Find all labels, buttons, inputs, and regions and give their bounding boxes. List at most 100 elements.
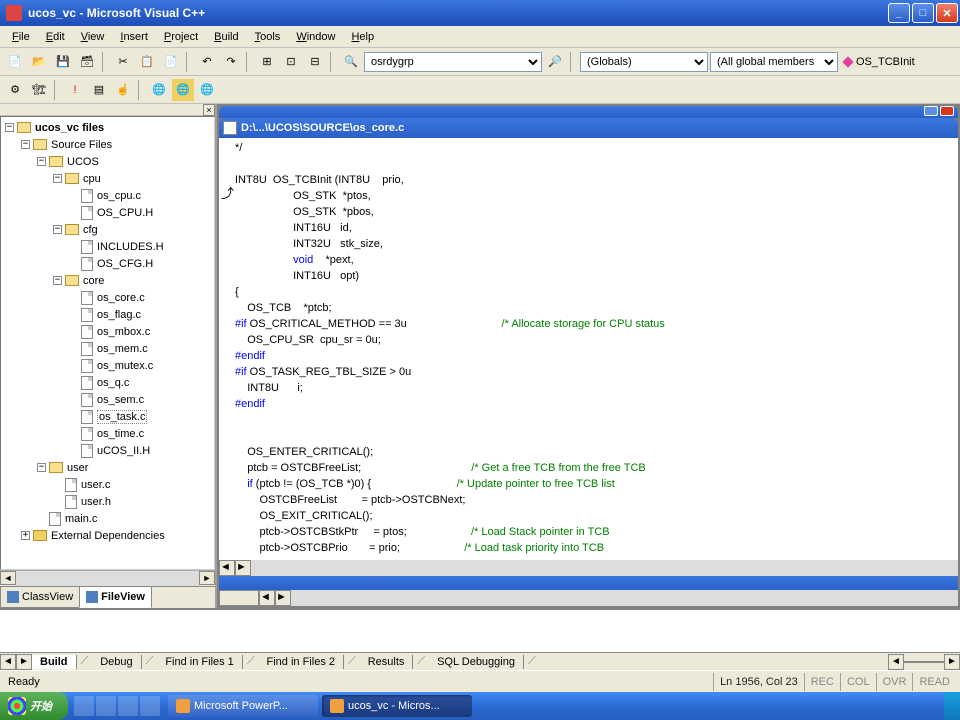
function-indicator[interactable]: OS_TCBInit — [840, 56, 919, 68]
stop-build-button[interactable]: ! — [64, 79, 86, 101]
save-all-button[interactable]: 🗃 — [76, 51, 98, 73]
quicklaunch-item[interactable] — [96, 696, 116, 716]
output-hscroll-left[interactable]: ◄ — [888, 654, 904, 670]
tree-root[interactable]: ucos_vc files — [35, 122, 104, 134]
workspace-button[interactable]: ⊞ — [256, 51, 278, 73]
find-button[interactable]: 🔍 — [340, 51, 362, 73]
tree-cpu[interactable]: cpu — [83, 173, 101, 185]
menu-edit[interactable]: Edit — [38, 29, 73, 45]
tree-file[interactable]: user.h — [81, 496, 111, 508]
execute-button[interactable]: ▤ — [88, 79, 110, 101]
menu-window[interactable]: Window — [288, 29, 343, 45]
tree-file[interactable]: os_mbox.c — [97, 326, 150, 338]
output-hscroll-track[interactable] — [904, 661, 944, 663]
menu-build[interactable]: Build — [206, 29, 246, 45]
window-list-button[interactable]: ⊟ — [304, 51, 326, 73]
workspace-panel: × −ucos_vc files −Source Files −UCOS −cp… — [0, 104, 217, 608]
windows-logo-icon — [8, 697, 26, 715]
tree-ext-deps[interactable]: External Dependencies — [51, 530, 165, 542]
file-tree[interactable]: −ucos_vc files −Source Files −UCOS −cpu … — [0, 116, 215, 570]
globe1-button[interactable]: 🌐 — [148, 79, 170, 101]
tree-file[interactable]: os_mem.c — [97, 343, 148, 355]
tree-file[interactable]: os_core.c — [97, 292, 145, 304]
open-button[interactable]: 📂 — [28, 51, 50, 73]
output-tabs: ◄ ► Build ⟋ Debug ⟋ Find in Files 1 ⟋ Fi… — [0, 652, 960, 670]
menu-file[interactable]: File — [4, 29, 38, 45]
tree-file[interactable]: main.c — [65, 513, 97, 525]
status-rec: REC — [804, 673, 840, 691]
mdi-min-icon[interactable] — [924, 106, 938, 116]
paste-button[interactable]: 📄 — [160, 51, 182, 73]
redo-button[interactable]: ↷ — [220, 51, 242, 73]
menu-insert[interactable]: Insert — [112, 29, 156, 45]
lower-hscroll[interactable]: ◄► — [219, 590, 958, 606]
tab-find2[interactable]: Find in Files 2 — [259, 655, 344, 669]
output-hscroll-right[interactable]: ► — [944, 654, 960, 670]
new-file-button[interactable]: 📄 — [4, 51, 26, 73]
tree-file[interactable]: os_cpu.c — [97, 190, 141, 202]
tree-file[interactable]: INCLUDES.H — [97, 241, 164, 253]
tree-file[interactable]: os_flag.c — [97, 309, 141, 321]
code-editor[interactable]: ⤴*/ INT8U OS_TCBInit (INT8U prio, OS_STK… — [219, 138, 958, 560]
tree-core[interactable]: core — [83, 275, 104, 287]
quicklaunch-item[interactable] — [140, 696, 160, 716]
taskbar-app-powerpoint[interactable]: Microsoft PowerP... — [168, 695, 318, 717]
tree-file[interactable]: user.c — [81, 479, 110, 491]
tab-debug[interactable]: Debug — [92, 655, 141, 669]
tree-file-selected[interactable]: os_task.c — [97, 410, 147, 424]
menu-tools[interactable]: Tools — [247, 29, 289, 45]
tree-file[interactable]: os_time.c — [97, 428, 144, 440]
menu-help[interactable]: Help — [343, 29, 382, 45]
system-tray[interactable] — [944, 692, 960, 720]
menu-project[interactable]: Project — [156, 29, 206, 45]
quicklaunch-item[interactable] — [118, 696, 138, 716]
quick-launch — [68, 696, 166, 716]
find-combo[interactable]: osrdygrp — [364, 52, 542, 72]
mdi-close-icon[interactable] — [940, 106, 954, 116]
scope-combo[interactable]: (Globals) — [580, 52, 708, 72]
editor-hscroll[interactable]: ◄► — [219, 560, 958, 576]
tab-classview[interactable]: ClassView — [0, 587, 80, 608]
tree-file[interactable]: os_mutex.c — [97, 360, 153, 372]
tree-cfg[interactable]: cfg — [83, 224, 98, 236]
tree-file[interactable]: os_sem.c — [97, 394, 144, 406]
panel-close-button[interactable]: × — [203, 104, 215, 116]
members-combo[interactable]: (All global members — [710, 52, 838, 72]
tree-user[interactable]: user — [67, 462, 88, 474]
tab-fileview[interactable]: FileView — [79, 587, 152, 608]
copy-button[interactable]: 📋 — [136, 51, 158, 73]
compile-button[interactable]: ⚙ — [4, 79, 26, 101]
tab-results[interactable]: Results — [360, 655, 414, 669]
undo-button[interactable]: ↶ — [196, 51, 218, 73]
tab-find1[interactable]: Find in Files 1 — [157, 655, 242, 669]
globe2-button[interactable]: 🌐 — [172, 79, 194, 101]
tab-build[interactable]: Build — [32, 655, 77, 669]
tree-ucos[interactable]: UCOS — [67, 156, 99, 168]
minimize-button[interactable]: _ — [888, 3, 910, 23]
output-button[interactable]: ⊡ — [280, 51, 302, 73]
tab-scroll-right[interactable]: ► — [16, 654, 32, 670]
close-button[interactable]: ✕ — [936, 3, 958, 23]
output-body[interactable] — [0, 610, 960, 652]
save-button[interactable]: 💾 — [52, 51, 74, 73]
find-next-button[interactable]: 🔎 — [544, 51, 566, 73]
tree-hscroll[interactable]: ◄► — [0, 570, 215, 586]
build-button[interactable]: 🏗 — [28, 79, 50, 101]
tab-scroll-left[interactable]: ◄ — [0, 654, 16, 670]
maximize-button[interactable]: □ — [912, 3, 934, 23]
start-button[interactable]: 开始 — [0, 692, 68, 720]
window-title: ucos_vc - Microsoft Visual C++ — [28, 6, 886, 20]
go-button[interactable]: ☝ — [112, 79, 134, 101]
cut-button[interactable]: ✂ — [112, 51, 134, 73]
tree-file[interactable]: OS_CFG.H — [97, 258, 153, 270]
taskbar-app-msvc[interactable]: ucos_vc - Micros... — [322, 695, 472, 717]
tree-file[interactable]: OS_CPU.H — [97, 207, 153, 219]
split-bar[interactable] — [219, 576, 958, 590]
tree-file[interactable]: uCOS_II.H — [97, 445, 150, 457]
menu-view[interactable]: View — [73, 29, 113, 45]
tab-sql[interactable]: SQL Debugging — [429, 655, 524, 669]
tree-source-files[interactable]: Source Files — [51, 139, 112, 151]
tree-file[interactable]: os_q.c — [97, 377, 129, 389]
globe3-button[interactable]: 🌐 — [196, 79, 218, 101]
quicklaunch-item[interactable] — [74, 696, 94, 716]
